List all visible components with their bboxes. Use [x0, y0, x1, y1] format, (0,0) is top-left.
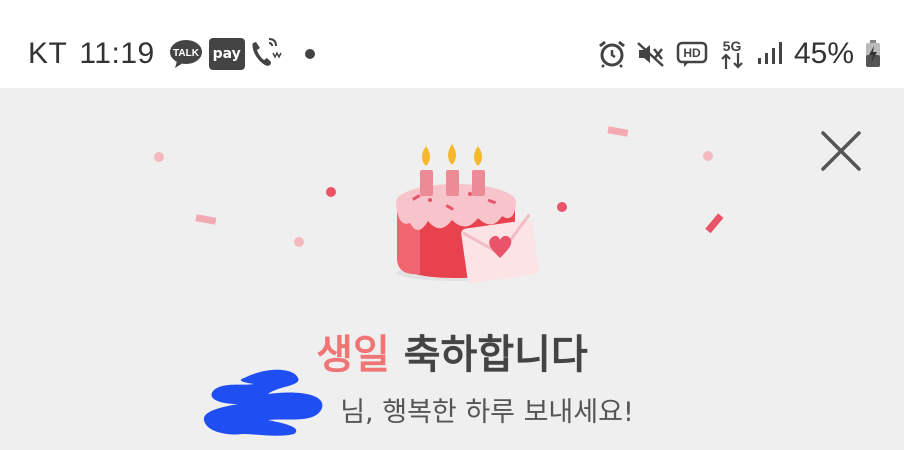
battery-percent: 45%: [793, 37, 854, 70]
notification-dot-icon: [304, 49, 315, 59]
birthday-illustration: [0, 88, 904, 318]
whowho-icon: [249, 37, 287, 71]
title-rest: 축하합니다: [389, 332, 588, 378]
alarm-icon: [598, 40, 626, 68]
5g-icon: 5G: [718, 37, 746, 71]
status-bar: KT 11:19 TALK pay HD 5G 45%: [0, 0, 904, 88]
carrier-label: KT: [28, 37, 68, 70]
hd-label: HD: [683, 46, 701, 60]
clock: 11:19: [79, 37, 155, 70]
hd-voice-icon: HD: [676, 40, 708, 68]
battery-charging-icon: [864, 39, 882, 69]
network-label: 5G: [723, 38, 742, 54]
status-right: HD 5G 45%: [588, 34, 882, 74]
talk-icon: TALK: [169, 39, 203, 69]
popup-title: 생일 축하합니다: [0, 322, 904, 380]
vibrate-mute-icon: [636, 40, 666, 68]
talk-label: TALK: [173, 48, 200, 59]
signal-icon: [756, 40, 782, 68]
redacted-name: [198, 364, 328, 438]
popup-subtitle: 님, 행복한 하루 보내세요!: [340, 397, 634, 428]
status-left: KT 11:19 TALK pay: [28, 34, 315, 74]
pay-icon: pay: [208, 38, 245, 70]
